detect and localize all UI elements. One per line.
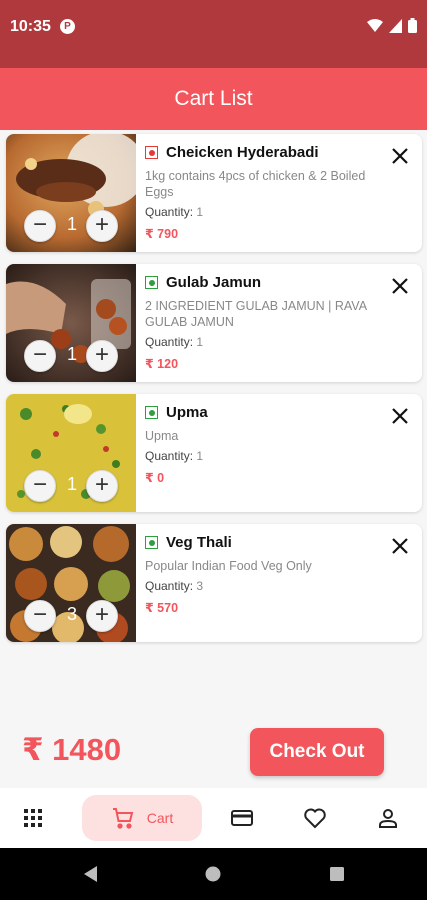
- cart-item: − 3 + Veg Thali Popular Indian Food Veg …: [6, 524, 422, 642]
- item-price: ₹ 570: [145, 601, 179, 615]
- quantity-value: 1: [196, 449, 204, 463]
- item-quantity: Quantity: 3: [145, 579, 382, 593]
- signal-icon: [389, 18, 402, 33]
- cart-item: − 1 + Cheicken Hyderabadi 1kg contains 4…: [6, 134, 422, 252]
- status-bar: 10:35 P: [0, 0, 427, 68]
- item-description: 1kg contains 4pcs of chicken & 2 Boiled …: [145, 169, 366, 199]
- increase-quantity-button[interactable]: +: [86, 470, 118, 502]
- cart-total: ₹ 1480: [22, 732, 122, 767]
- nav-favorites[interactable]: [295, 788, 335, 848]
- item-quantity: Quantity: 1: [145, 335, 382, 349]
- app-notification-icon: P: [60, 19, 75, 34]
- veg-indicator-icon: [145, 406, 158, 419]
- item-price: ₹ 790: [145, 227, 179, 241]
- veg-indicator-icon: [145, 536, 158, 549]
- close-icon[interactable]: [390, 406, 410, 426]
- item-name: Veg Thali: [166, 534, 232, 551]
- nonveg-indicator-icon: [145, 146, 158, 159]
- quantity-value: 1: [196, 335, 204, 349]
- increase-quantity-button[interactable]: +: [86, 210, 118, 242]
- system-nav-bar: [0, 848, 427, 900]
- cart-item: − 1 + Gulab Jamun 2 INGREDIENT GULAB JAM…: [6, 264, 422, 382]
- decrease-quantity-button[interactable]: −: [24, 600, 56, 632]
- item-description: Upma: [145, 429, 179, 443]
- increase-quantity-button[interactable]: +: [86, 600, 118, 632]
- battery-icon: [408, 18, 417, 33]
- profile-icon: [379, 809, 397, 828]
- stepper-quantity: 1: [66, 214, 77, 234]
- decrease-quantity-button[interactable]: −: [24, 340, 56, 372]
- close-icon[interactable]: [390, 146, 410, 166]
- close-icon[interactable]: [390, 276, 410, 296]
- item-name: Cheicken Hyderabadi: [166, 144, 319, 161]
- nav-cart-label: Cart: [146, 810, 174, 826]
- back-icon[interactable]: [82, 865, 98, 883]
- item-name: Gulab Jamun: [166, 274, 262, 291]
- cart-list: − 1 + Cheicken Hyderabadi 1kg contains 4…: [6, 134, 422, 654]
- stepper-quantity: 1: [66, 474, 77, 494]
- nav-menu[interactable]: [13, 788, 53, 848]
- item-quantity: Quantity: 1: [145, 205, 382, 219]
- wifi-icon: [367, 18, 383, 32]
- quantity-label: Quantity:: [145, 579, 194, 593]
- heart-icon: [304, 808, 326, 829]
- app-header: Cart List: [0, 68, 427, 130]
- quantity-label: Quantity:: [145, 205, 194, 219]
- stepper-quantity: 3: [66, 604, 77, 624]
- close-icon[interactable]: [390, 536, 410, 556]
- item-info: Cheicken Hyderabadi 1kg contains 4pcs of…: [145, 144, 382, 241]
- item-price: ₹ 120: [145, 357, 179, 371]
- recents-icon[interactable]: [329, 866, 345, 882]
- cart-item: − 1 + Upma Upma Quantity: 1 ₹ 0: [6, 394, 422, 512]
- item-description: 2 INGREDIENT GULAB JAMUN | RAVA GULAB JA…: [145, 299, 367, 329]
- checkout-button[interactable]: Check Out: [250, 728, 384, 776]
- item-info: Veg Thali Popular Indian Food Veg Only Q…: [145, 534, 382, 615]
- nav-profile[interactable]: [368, 788, 408, 848]
- item-quantity: Quantity: 1: [145, 449, 382, 463]
- decrease-quantity-button[interactable]: −: [24, 470, 56, 502]
- item-price: ₹ 0: [145, 471, 165, 485]
- item-info: Upma Upma Quantity: 1 ₹ 0: [145, 404, 382, 485]
- item-name: Upma: [166, 404, 208, 421]
- item-info: Gulab Jamun 2 INGREDIENT GULAB JAMUN | R…: [145, 274, 382, 371]
- grid-icon: [24, 809, 42, 827]
- quantity-value: 1: [196, 205, 204, 219]
- cart-icon: [112, 808, 134, 829]
- home-icon[interactable]: [205, 866, 221, 882]
- nav-payments[interactable]: [222, 788, 262, 848]
- decrease-quantity-button[interactable]: −: [24, 210, 56, 242]
- veg-indicator-icon: [145, 276, 158, 289]
- nav-cart[interactable]: Cart: [82, 795, 202, 841]
- quantity-value: 3: [196, 579, 204, 593]
- bottom-nav: Cart: [0, 788, 427, 848]
- increase-quantity-button[interactable]: +: [86, 340, 118, 372]
- quantity-label: Quantity:: [145, 449, 194, 463]
- item-description: Popular Indian Food Veg Only: [145, 559, 312, 573]
- page-title: Cart List: [174, 87, 253, 110]
- status-time: 10:35: [10, 18, 51, 35]
- card-icon: [231, 810, 253, 826]
- quantity-label: Quantity:: [145, 335, 194, 349]
- stepper-quantity: 1: [66, 344, 77, 364]
